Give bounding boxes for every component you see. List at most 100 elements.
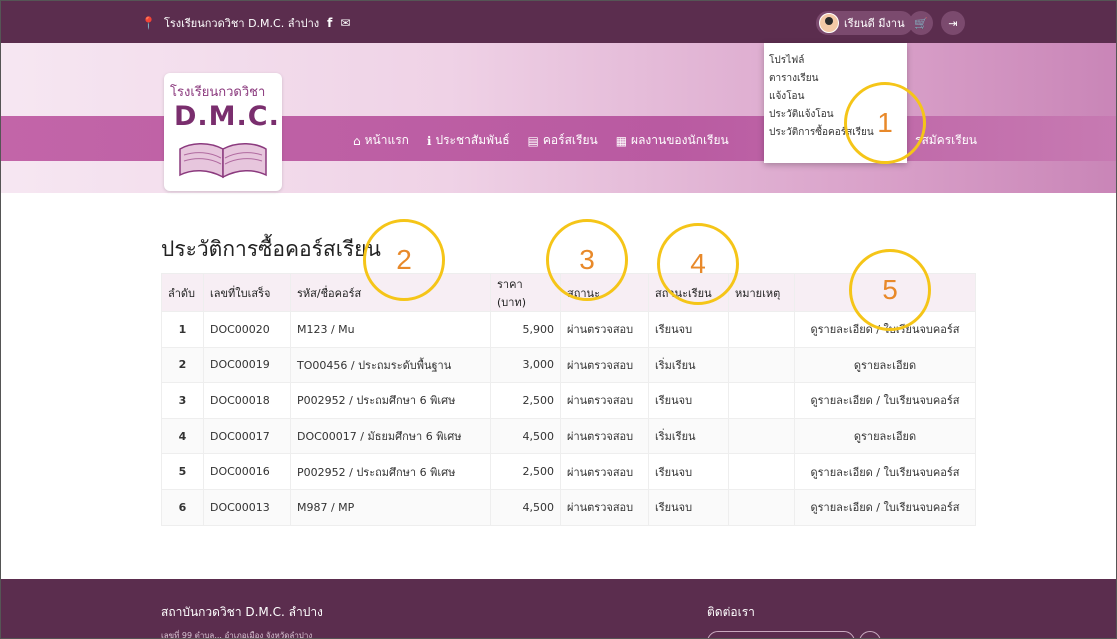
nav-item-news[interactable]: ℹ ประชาสัมพันธ์ [427, 131, 510, 150]
cart-icon: 🛒 [914, 16, 928, 30]
open-book-icon [179, 143, 267, 179]
cell-course: M987 / MP [290, 488, 491, 526]
school-logo[interactable]: โรงเรียนกวดวิชา D.M.C. [164, 73, 282, 191]
annotation-marker-3: 3 [546, 219, 628, 301]
logout-button[interactable]: ⇥ [941, 11, 965, 35]
nav-item-home[interactable]: ⌂ หน้าแรก [353, 131, 409, 150]
cell-note [728, 346, 795, 384]
cell-no: 1 [161, 311, 204, 348]
cell-note [728, 382, 795, 419]
cart-button[interactable]: 🛒 [909, 11, 933, 35]
cell-course: M123 / Mu [290, 311, 491, 348]
cell-receipt: DOC00013 [203, 488, 291, 526]
cell-study-status: เรียนจบ [648, 488, 729, 526]
top-bar: 📍 โรงเรียนกวดวิชา D.M.C. ลำปาง f ✉ เรียน… [1, 1, 1116, 43]
table-row: 4 DOC00017 DOC00017 / มัธยมศึกษา 6 พิเศษ… [161, 417, 976, 455]
cell-note [728, 453, 795, 490]
cell-status: ผ่านตรวจสอบ [560, 346, 649, 384]
footer-address: เลขที่ 99 ตำบล... อำเภอเมือง จังหวัดลำปา… [161, 631, 313, 639]
browser-viewport: 📍 โรงเรียนกวดวิชา D.M.C. ลำปาง f ✉ เรียน… [0, 0, 1117, 639]
nav-label: ประชาสัมพันธ์ [435, 133, 510, 147]
cell-note [728, 311, 795, 348]
annotation-marker-1: 1 [844, 82, 926, 164]
main-nav: ⌂ หน้าแรก ℹ ประชาสัมพันธ์ ▤ คอร์สเรียน ▦… [353, 131, 729, 150]
cell-status: ผ่านตรวจสอบ [560, 417, 649, 455]
table-row: 3 DOC00018 P002952 / ประถมศึกษา 6 พิเศษ … [161, 382, 976, 419]
id-card-icon: ▦ [615, 133, 628, 148]
menu-item-profile[interactable]: โปรไฟล์ [764, 52, 907, 70]
logo-text-dmc: D.M.C. [174, 101, 280, 132]
cell-status: ผ่านตรวจสอบ [560, 453, 649, 490]
cell-price: 2,500 [490, 453, 561, 490]
cell-no: 5 [161, 453, 204, 490]
annotation-marker-5: 5 [849, 249, 931, 331]
cell-study-status: เริ่มเรียน [648, 346, 729, 384]
cell-receipt: DOC00018 [203, 382, 291, 419]
book-icon: ▤ [527, 133, 539, 148]
location-info: 📍 โรงเรียนกวดวิชา D.M.C. ลำปาง f ✉ [141, 14, 350, 32]
cell-status: ผ่านตรวจสอบ [560, 488, 649, 526]
cell-price: 2,500 [490, 382, 561, 419]
nav-item-courses[interactable]: ▤ คอร์สเรียน [528, 131, 598, 150]
footer-contact-button[interactable] [859, 631, 881, 638]
cell-price: 4,500 [490, 417, 561, 455]
home-icon: ⌂ [353, 133, 361, 148]
cell-study-status: เรียนจบ [648, 311, 729, 348]
footer: สถาบันกวดวิชา D.M.C. ลำปาง เลขที่ 99 ตำบ… [1, 579, 1116, 639]
avatar [819, 13, 839, 33]
table-row: 6 DOC00013 M987 / MP 4,500 ผ่านตรวจสอบ เ… [161, 488, 976, 526]
nav-item-results[interactable]: ▦ ผลงานของนักเรียน [616, 131, 729, 150]
cell-receipt: DOC00017 [203, 417, 291, 455]
cell-action-link[interactable]: ดูรายละเอียด [794, 346, 976, 384]
nav-label: ผลงานของนักเรียน [631, 133, 729, 147]
map-pin-icon: 📍 [141, 16, 156, 30]
cell-study-status: เรียนจบ [648, 453, 729, 490]
cell-action-link[interactable]: ดูรายละเอียด [794, 417, 976, 455]
table-row: 2 DOC00019 TO00456 / ประถมระดับพื้นฐาน 3… [161, 346, 976, 384]
col-header: ลำดับ [161, 273, 204, 312]
cell-study-status: เรียนจบ [648, 382, 729, 419]
col-header: เลขที่ใบเสร็จ [203, 273, 291, 312]
cell-no: 3 [161, 382, 204, 419]
page-title: ประวัติการซื้อคอร์สเรียน [161, 237, 381, 261]
nav-label: หน้าแรก [364, 133, 409, 147]
table-row: 1 DOC00020 M123 / Mu 5,900 ผ่านตรวจสอบ เ… [161, 311, 976, 348]
cell-course: P002952 / ประถมศึกษา 6 พิเศษ [290, 382, 491, 419]
cell-study-status: เริ่มเรียน [648, 417, 729, 455]
cell-course: TO00456 / ประถมระดับพื้นฐาน [290, 346, 491, 384]
envelope-icon[interactable]: ✉ [340, 16, 350, 30]
cell-action-link[interactable]: ดูรายละเอียด / ใบเรียนจบคอร์ส [794, 453, 976, 490]
cell-status: ผ่านตรวจสอบ [560, 382, 649, 419]
nav-label: คอร์สเรียน [542, 133, 598, 147]
cell-note [728, 417, 795, 455]
cell-receipt: DOC00020 [203, 311, 291, 348]
footer-contact-field[interactable] [707, 631, 855, 638]
logo-text-thai: โรงเรียนกวดวิชา [170, 85, 266, 100]
cell-no: 6 [161, 488, 204, 526]
location-text: โรงเรียนกวดวิชา D.M.C. ลำปาง [163, 17, 320, 30]
cell-action-link[interactable]: ดูรายละเอียด / ใบเรียนจบคอร์ส [794, 382, 976, 419]
col-header: หมายเหตุ [728, 273, 795, 312]
cell-receipt: DOC00019 [203, 346, 291, 384]
footer-title: สถาบันกวดวิชา D.M.C. ลำปาง [161, 605, 323, 619]
facebook-icon[interactable]: f [327, 16, 332, 30]
user-menu-button[interactable]: เรียนดี มีงาน [816, 11, 913, 35]
cell-note [728, 488, 795, 526]
info-icon: ℹ [426, 133, 432, 148]
cell-no: 2 [161, 346, 204, 384]
annotation-marker-2: 2 [363, 219, 445, 301]
cell-price: 3,000 [490, 346, 561, 384]
cell-price: 5,900 [490, 311, 561, 348]
annotation-marker-4: 4 [657, 223, 739, 305]
cell-course: DOC00017 / มัธยมศึกษา 6 พิเศษ [290, 417, 491, 455]
user-name: เรียนดี มีงาน [844, 17, 905, 30]
footer-contact-title: ติดต่อเรา [707, 605, 755, 619]
cell-price: 4,500 [490, 488, 561, 526]
cell-receipt: DOC00016 [203, 453, 291, 490]
logout-icon: ⇥ [948, 16, 958, 30]
cell-course: P002952 / ประถมศึกษา 6 พิเศษ [290, 453, 491, 490]
table-row: 5 DOC00016 P002952 / ประถมศึกษา 6 พิเศษ … [161, 453, 976, 490]
cell-action-link[interactable]: ดูรายละเอียด / ใบเรียนจบคอร์ส [794, 488, 976, 526]
cell-status: ผ่านตรวจสอบ [560, 311, 649, 348]
cell-no: 4 [161, 417, 204, 455]
